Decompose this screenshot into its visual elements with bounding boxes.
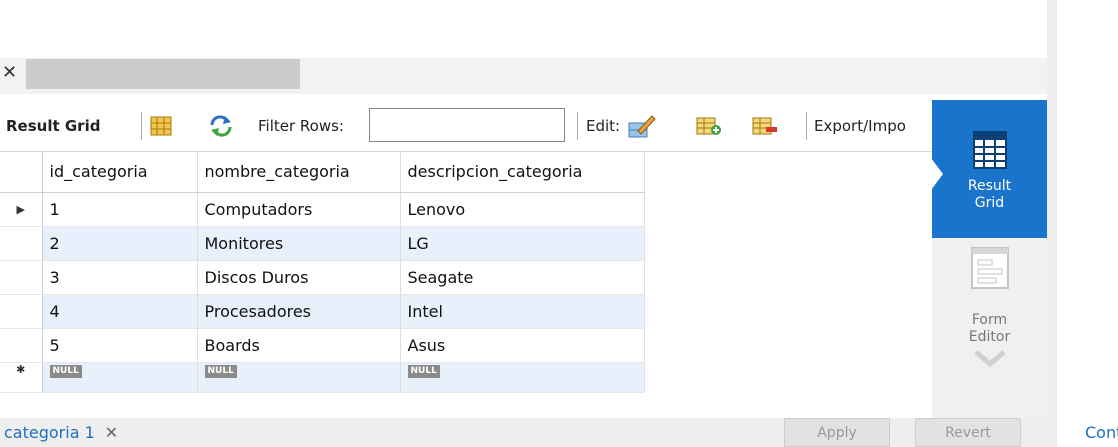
result-grid-side-icon — [972, 131, 1007, 169]
chevron-down-icon[interactable] — [972, 348, 1008, 368]
editor-tab-placeholder[interactable] — [26, 59, 300, 89]
apply-button[interactable]: Apply — [784, 418, 890, 447]
edit-row-icon[interactable] — [628, 100, 656, 152]
insert-row-icon[interactable] — [696, 100, 722, 152]
table-row[interactable]: 3 Discos Duros Seagate — [0, 260, 645, 295]
null-badge: NULL — [49, 364, 82, 378]
result-grid-side-label-1: Result — [967, 178, 1012, 194]
result-grid-side-label-2: Grid — [974, 195, 1005, 211]
new-row-asterisk-icon: ✱ — [0, 362, 43, 393]
form-editor-side-label-2: Editor — [968, 329, 1011, 345]
header-row: id_categoria nombre_categoria descripcio… — [0, 152, 645, 193]
result-tab[interactable]: categoria 1 ✕ — [0, 418, 118, 447]
table-row[interactable]: 2 Monitores LG — [0, 226, 645, 261]
revert-button[interactable]: Revert — [915, 418, 1021, 447]
cell-id[interactable]: 5 — [42, 328, 198, 363]
cell-nombre-null[interactable]: NULL — [197, 362, 401, 393]
row-header[interactable] — [0, 328, 43, 363]
cell-nombre[interactable]: Boards — [197, 328, 401, 363]
new-row[interactable]: ✱ NULL NULL NULL — [0, 362, 645, 393]
side-panel: Result Grid Form Editor — [931, 100, 1047, 418]
result-grid-toolbar-item[interactable]: Result Grid — [6, 100, 100, 152]
cell-descripcion[interactable]: Intel — [400, 294, 645, 329]
refresh-icon[interactable] — [208, 100, 234, 152]
export-import-label: Export/Impo — [814, 117, 906, 135]
filter-rows-input[interactable] — [369, 108, 565, 142]
export-import-item[interactable]: Export/Impo — [814, 100, 906, 152]
grid-layout-icon[interactable] — [150, 100, 172, 152]
cell-nombre[interactable]: Monitores — [197, 226, 401, 261]
cell-id[interactable]: 1 — [42, 192, 198, 227]
toolbar-separator — [806, 112, 807, 140]
column-header-descripcion-categoria[interactable]: descripcion_categoria — [400, 152, 645, 193]
row-header[interactable] — [0, 226, 43, 261]
cell-id-null[interactable]: NULL — [42, 362, 198, 393]
form-editor-side-icon — [970, 247, 1009, 289]
column-header-nombre-categoria[interactable]: nombre_categoria — [197, 152, 401, 193]
close-tab-icon[interactable]: ✕ — [105, 423, 118, 442]
result-grid: id_categoria nombre_categoria descripcio… — [0, 152, 645, 393]
toolbar-separator — [577, 112, 578, 140]
cell-id[interactable]: 3 — [42, 260, 198, 295]
table-row[interactable]: 5 Boards Asus — [0, 328, 645, 363]
cell-id[interactable]: 4 — [42, 294, 198, 329]
cell-nombre[interactable]: Computadors — [197, 192, 401, 227]
cell-nombre[interactable]: Procesadores — [197, 294, 401, 329]
row-header-corner — [0, 152, 43, 193]
table-row[interactable]: ▶ 1 Computadors Lenovo — [0, 192, 645, 227]
cell-nombre[interactable]: Discos Duros — [197, 260, 401, 295]
edit-label: Edit: — [586, 117, 621, 135]
form-editor-side-button[interactable]: Form Editor — [932, 240, 1047, 400]
table-row[interactable]: 4 Procesadores Intel — [0, 294, 645, 329]
cell-descripcion[interactable]: Seagate — [400, 260, 645, 295]
result-grid-side-button[interactable]: Result Grid — [931, 100, 1047, 238]
delete-row-icon[interactable] — [752, 100, 778, 152]
cell-descripcion-null[interactable]: NULL — [400, 362, 645, 393]
result-tab-label: categoria 1 — [4, 423, 95, 442]
row-header[interactable] — [0, 294, 43, 329]
close-editor-icon[interactable]: ✕ — [2, 62, 17, 83]
cell-descripcion[interactable]: Asus — [400, 328, 645, 363]
result-grid-label: Result Grid — [6, 117, 101, 135]
form-editor-side-label-1: Form — [971, 312, 1008, 328]
row-header[interactable] — [0, 260, 43, 295]
edit-label-item: Edit: — [586, 100, 620, 152]
null-badge: NULL — [204, 364, 237, 378]
cell-descripcion[interactable]: Lenovo — [400, 192, 645, 227]
current-row-arrow-icon: ▶ — [0, 192, 43, 227]
column-header-id-categoria[interactable]: id_categoria — [42, 152, 198, 193]
filter-rows-label-item: Filter Rows: — [258, 100, 344, 152]
cell-descripcion[interactable]: LG — [400, 226, 645, 261]
null-badge: NULL — [407, 364, 440, 378]
toolbar-separator — [141, 112, 142, 140]
filter-rows-label: Filter Rows: — [258, 117, 344, 135]
cell-id[interactable]: 2 — [42, 226, 198, 261]
context-help-link[interactable]: Cont — [1085, 418, 1118, 447]
right-separator — [1047, 0, 1057, 447]
